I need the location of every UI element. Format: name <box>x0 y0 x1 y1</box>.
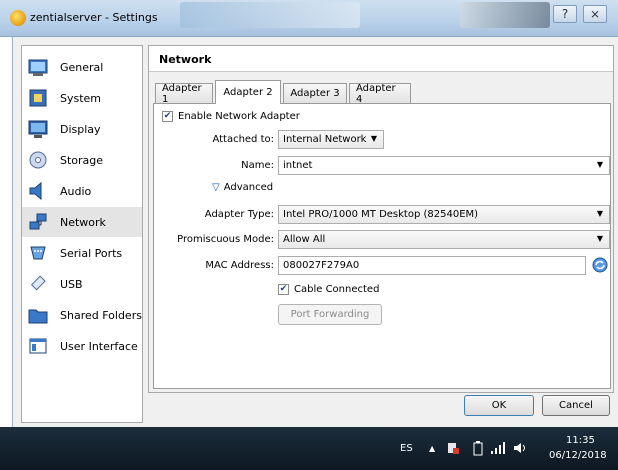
sidebar-item-label: System <box>60 91 102 105</box>
sidebar-item-label: General <box>60 60 104 74</box>
tab-adapter-2[interactable]: Adapter 2 <box>215 80 281 104</box>
promiscuous-mode-value: Allow All <box>283 234 326 245</box>
sidebar-item-display[interactable]: Display <box>22 114 142 144</box>
sidebar-item-user-interface[interactable]: User Interface <box>22 331 142 361</box>
adapter-type-label: Adapter Type: <box>204 209 274 220</box>
chip-icon <box>28 88 48 108</box>
sidebar-item-shared-folders[interactable]: Shared Folders <box>22 300 142 330</box>
taskbar: ES ▲ 11:35 06/12/2018 <box>0 427 618 470</box>
enable-adapter-checkbox[interactable]: ✔ <box>162 111 173 122</box>
sidebar-item-audio[interactable]: Audio <box>22 176 142 206</box>
sidebar-item-label: Network <box>60 215 106 229</box>
network-name-value: intnet <box>283 160 313 171</box>
refresh-icon <box>592 257 608 273</box>
attached-to-value: Internal Network <box>283 134 367 145</box>
adapter-type-select[interactable]: Intel PRO/1000 MT Desktop (82540EM) ▼ <box>278 205 610 224</box>
app-icon <box>10 10 26 26</box>
sidebar-item-network[interactable]: Network <box>22 207 142 237</box>
sidebar-item-general[interactable]: General <box>22 52 142 82</box>
folder-icon <box>28 305 48 325</box>
tab-adapter-1[interactable]: Adapter 1 <box>155 83 213 105</box>
sidebar-item-label: User Interface <box>60 339 138 353</box>
chevron-down-icon: ▼ <box>370 134 377 143</box>
sidebar-item-label: Storage <box>60 153 104 167</box>
section-header: Network <box>149 46 613 72</box>
sidebar-item-system[interactable]: System <box>22 83 142 113</box>
network-icon <box>28 212 48 232</box>
mac-address-value: 080027F279A0 <box>283 260 360 271</box>
window-title: zentialserver - Settings <box>30 11 158 24</box>
ok-button[interactable]: OK <box>464 395 534 416</box>
sidebar-item-label: Display <box>60 122 101 136</box>
cancel-button[interactable]: Cancel <box>542 395 610 416</box>
signal-strength-icon[interactable] <box>490 441 506 458</box>
advanced-toggle[interactable]: ▽ Advanced <box>212 182 273 193</box>
sidebar-item-label: Serial Ports <box>60 246 123 260</box>
sidebar-item-serial-ports[interactable]: Serial Ports <box>22 238 142 268</box>
attached-to-select[interactable]: Internal Network ▼ <box>278 130 384 149</box>
mac-address-label: MAC Address: <box>205 260 274 271</box>
sidebar-item-label: USB <box>60 277 83 291</box>
monitor-icon <box>28 119 48 139</box>
mac-address-input[interactable]: 080027F279A0 <box>278 256 586 275</box>
refresh-mac-button[interactable] <box>591 256 609 274</box>
background-window-blur <box>460 2 550 28</box>
show-hidden-icons-button[interactable]: ▲ <box>429 444 435 453</box>
chevron-down-icon: ▼ <box>596 209 603 218</box>
help-button[interactable]: ? <box>553 5 577 23</box>
name-label: Name: <box>241 160 274 171</box>
promiscuous-mode-select[interactable]: Allow All ▼ <box>278 230 610 249</box>
clock-date[interactable]: 06/12/2018 <box>549 450 607 461</box>
volume-icon[interactable] <box>513 441 527 458</box>
sidebar-item-label: Audio <box>60 184 92 198</box>
section-title: Network <box>159 53 212 66</box>
tab-adapter-4[interactable]: Adapter 4 <box>349 83 411 105</box>
enable-adapter-label: Enable Network Adapter <box>178 111 300 122</box>
adapter-settings-page: ✔ Enable Network Adapter Attached to: In… <box>153 103 611 389</box>
chevron-down-icon: ▼ <box>596 160 603 169</box>
settings-dialog: General System Display Storage Audio Net… <box>12 37 618 427</box>
language-indicator[interactable]: ES <box>400 443 413 454</box>
usb-icon <box>28 274 48 294</box>
promiscuous-mode-label: Promiscuous Mode: <box>177 234 274 245</box>
network-panel: Network Adapter 1 Adapter 2 Adapter 3 Ad… <box>148 45 614 393</box>
general-icon <box>28 57 48 77</box>
sidebar-item-usb[interactable]: USB <box>22 269 142 299</box>
attached-to-label: Attached to: <box>212 134 274 145</box>
clock-time[interactable]: 11:35 <box>566 435 595 446</box>
sidebar-item-label: Shared Folders <box>60 308 142 322</box>
adapter-type-value: Intel PRO/1000 MT Desktop (82540EM) <box>283 209 479 220</box>
title-bar[interactable]: zentialserver - Settings ? ⨯ <box>0 0 618 37</box>
settings-sidebar: General System Display Storage Audio Net… <box>21 45 143 423</box>
battery-icon[interactable] <box>472 440 484 459</box>
window-icon <box>28 336 48 356</box>
network-flag-icon[interactable] <box>446 441 460 458</box>
background-window-blur <box>180 2 360 28</box>
cable-connected-checkbox[interactable]: ✔ <box>278 284 289 295</box>
close-button[interactable]: ⨯ <box>583 5 607 23</box>
sidebar-item-storage[interactable]: Storage <box>22 145 142 175</box>
serial-port-icon <box>28 243 48 263</box>
speaker-icon <box>28 181 48 201</box>
network-name-combobox[interactable]: intnet ▼ <box>278 156 610 175</box>
disc-icon <box>28 150 48 170</box>
cable-connected-label: Cable Connected <box>294 284 380 295</box>
tab-adapter-3[interactable]: Adapter 3 <box>283 83 347 103</box>
expand-triangle-icon: ▽ <box>212 182 220 193</box>
port-forwarding-button[interactable]: Port Forwarding <box>278 304 382 325</box>
chevron-down-icon: ▼ <box>596 234 603 243</box>
advanced-label: Advanced <box>223 182 274 193</box>
